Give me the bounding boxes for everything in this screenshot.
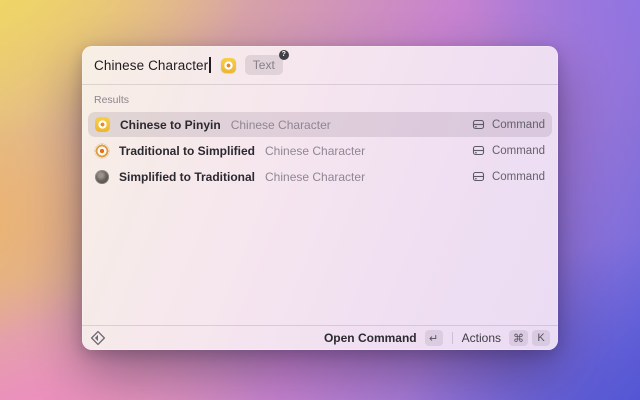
open-command-button[interactable]: Open Command: [324, 331, 417, 345]
footer-separator: [452, 332, 453, 344]
blossom-icon: [95, 117, 110, 132]
launcher-window: Chinese Character Text ? Results Chinese…: [82, 46, 558, 350]
command-drive-icon: [472, 170, 485, 183]
ring-icon: [95, 144, 109, 158]
compass-diamond-icon[interactable]: [90, 330, 106, 346]
command-drive-icon: [472, 118, 485, 131]
result-type-label: Command: [492, 171, 545, 183]
command-key-icon: ⌘: [509, 330, 528, 346]
result-type-label: Command: [492, 145, 545, 157]
text-caret: [209, 57, 211, 73]
results-list: Chinese to Pinyin Chinese Character Comm…: [82, 112, 558, 190]
result-title: Chinese to Pinyin: [120, 118, 221, 132]
result-subtitle: Chinese Character: [265, 144, 365, 158]
result-type-label: Command: [492, 119, 545, 131]
action-bar: Open Command ↵ Actions ⌘ K: [82, 325, 558, 350]
command-drive-icon: [472, 144, 485, 157]
result-subtitle: Chinese Character: [231, 118, 331, 132]
extension-blossom-icon: [221, 58, 236, 73]
result-row-simplified-to-traditional[interactable]: Simplified to Traditional Chinese Charac…: [88, 164, 552, 189]
result-subtitle: Chinese Character: [265, 170, 365, 184]
actions-button[interactable]: Actions: [462, 331, 501, 345]
search-bar[interactable]: Chinese Character Text ?: [82, 46, 558, 84]
empty-results-area: [82, 190, 558, 325]
result-title: Traditional to Simplified: [119, 144, 255, 158]
k-key-icon: K: [532, 330, 550, 346]
return-key-icon: ↵: [425, 330, 443, 346]
result-row-traditional-to-simplified[interactable]: Traditional to Simplified Chinese Charac…: [88, 138, 552, 163]
results-section-header: Results: [82, 85, 558, 112]
text-argument-label: Text: [253, 58, 275, 72]
question-badge-icon: ?: [279, 50, 289, 60]
text-argument-tag[interactable]: Text ?: [245, 55, 283, 75]
result-title: Simplified to Traditional: [119, 170, 255, 184]
search-input[interactable]: Chinese Character: [94, 58, 208, 73]
result-row-chinese-to-pinyin[interactable]: Chinese to Pinyin Chinese Character Comm…: [88, 112, 552, 137]
seal-icon: [95, 170, 109, 184]
